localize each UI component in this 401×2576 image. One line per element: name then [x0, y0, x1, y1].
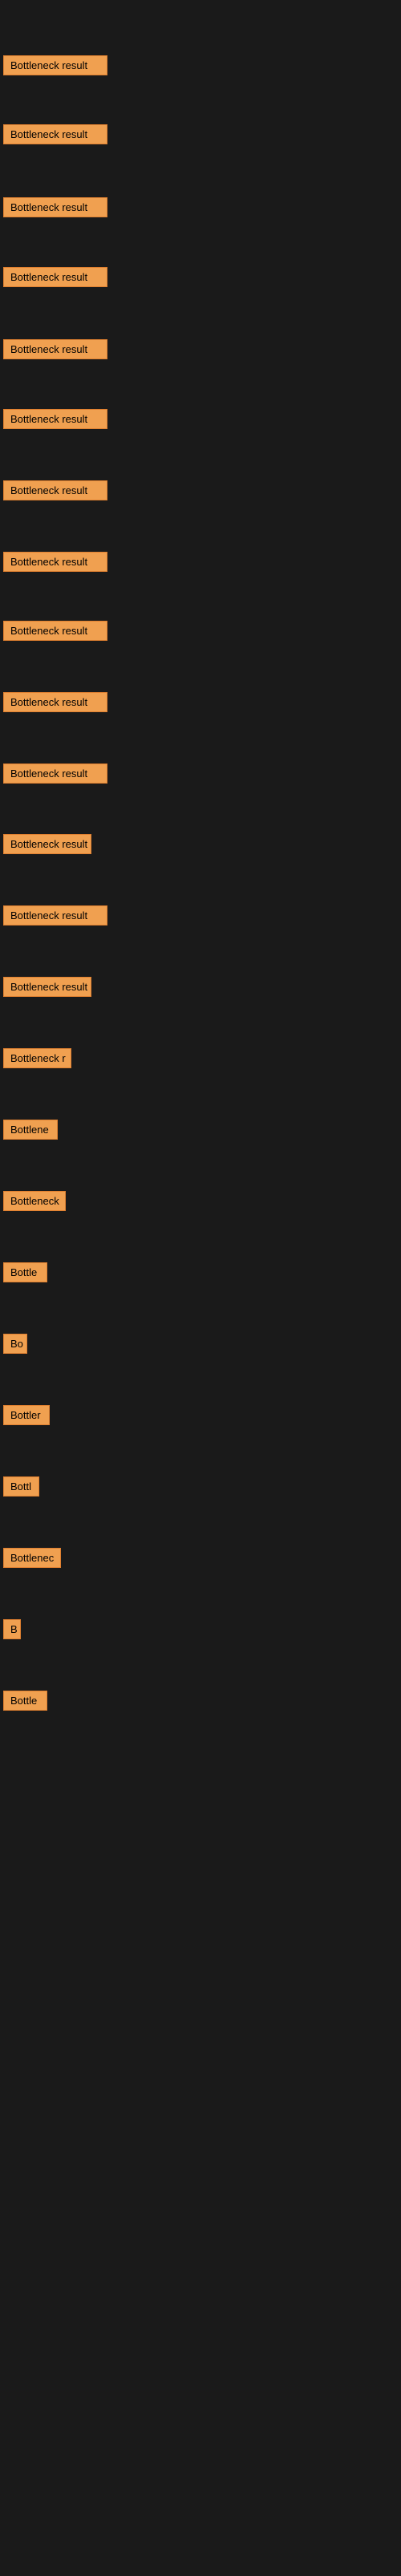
result-row-6: Bottleneck result — [3, 409, 107, 433]
bottleneck-label-6[interactable]: Bottleneck result — [3, 409, 107, 429]
result-row-5: Bottleneck result — [3, 339, 107, 363]
result-row-9: Bottleneck result — [3, 621, 107, 645]
result-row-7: Bottleneck result — [3, 480, 107, 504]
bottleneck-label-15[interactable]: Bottleneck r — [3, 1048, 71, 1068]
bottleneck-label-24[interactable]: Bottle — [3, 1691, 47, 1711]
result-row-14: Bottleneck result — [3, 977, 91, 1001]
bottleneck-label-19[interactable]: Bo — [3, 1334, 27, 1354]
result-row-10: Bottleneck result — [3, 692, 107, 716]
result-row-2: Bottleneck result — [3, 124, 107, 148]
result-row-16: Bottlene — [3, 1120, 58, 1144]
result-row-12: Bottleneck result — [3, 834, 91, 858]
bottleneck-label-2[interactable]: Bottleneck result — [3, 124, 107, 144]
result-row-4: Bottleneck result — [3, 267, 107, 291]
result-row-18: Bottle — [3, 1262, 47, 1286]
result-row-17: Bottleneck — [3, 1191, 66, 1215]
site-title — [0, 0, 401, 10]
bottleneck-label-4[interactable]: Bottleneck result — [3, 267, 107, 287]
bottleneck-label-10[interactable]: Bottleneck result — [3, 692, 107, 712]
bottleneck-label-23[interactable]: B — [3, 1619, 21, 1639]
result-row-20: Bottler — [3, 1405, 50, 1429]
bottleneck-label-21[interactable]: Bottl — [3, 1476, 39, 1497]
bottleneck-label-13[interactable]: Bottleneck result — [3, 905, 107, 925]
result-row-3: Bottleneck result — [3, 197, 107, 221]
bottleneck-label-18[interactable]: Bottle — [3, 1262, 47, 1282]
result-row-15: Bottleneck r — [3, 1048, 71, 1072]
bottleneck-label-12[interactable]: Bottleneck result — [3, 834, 91, 854]
result-row-11: Bottleneck result — [3, 763, 107, 788]
bottleneck-label-22[interactable]: Bottlenec — [3, 1548, 61, 1568]
bottleneck-label-8[interactable]: Bottleneck result — [3, 552, 107, 572]
bottleneck-label-11[interactable]: Bottleneck result — [3, 763, 107, 784]
bottleneck-label-16[interactable]: Bottlene — [3, 1120, 58, 1140]
bottleneck-label-1[interactable]: Bottleneck result — [3, 55, 107, 75]
bottleneck-label-17[interactable]: Bottleneck — [3, 1191, 66, 1211]
result-row-8: Bottleneck result — [3, 552, 107, 576]
result-row-19: Bo — [3, 1334, 27, 1358]
result-row-1: Bottleneck result — [3, 55, 107, 79]
result-row-24: Bottle — [3, 1691, 47, 1715]
result-row-21: Bottl — [3, 1476, 39, 1501]
bottleneck-label-3[interactable]: Bottleneck result — [3, 197, 107, 217]
result-row-23: B — [3, 1619, 21, 1643]
bottleneck-label-9[interactable]: Bottleneck result — [3, 621, 107, 641]
bottleneck-label-7[interactable]: Bottleneck result — [3, 480, 107, 500]
bottleneck-label-5[interactable]: Bottleneck result — [3, 339, 107, 359]
result-row-22: Bottlenec — [3, 1548, 61, 1572]
bottleneck-label-20[interactable]: Bottler — [3, 1405, 50, 1425]
bottleneck-label-14[interactable]: Bottleneck result — [3, 977, 91, 997]
result-row-13: Bottleneck result — [3, 905, 107, 930]
